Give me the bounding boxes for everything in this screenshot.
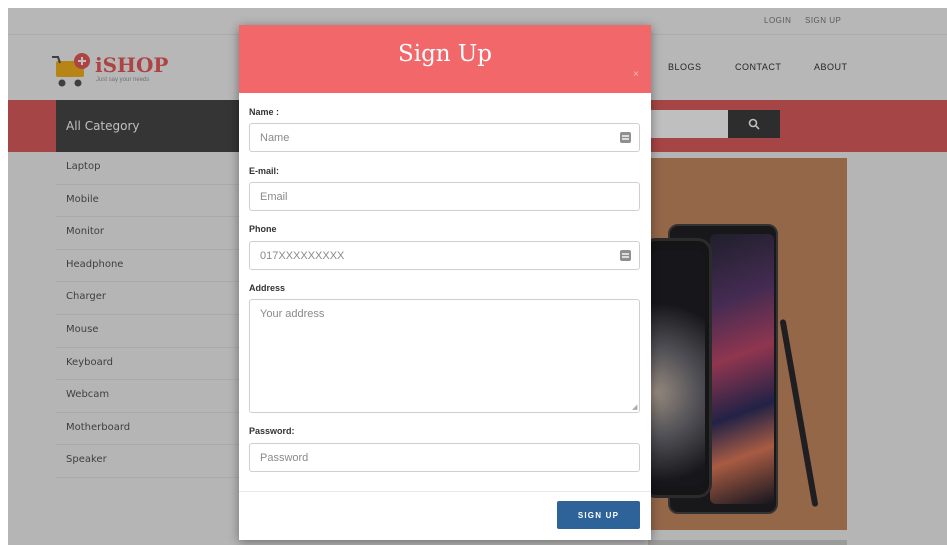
email-label: E-mail: — [249, 166, 280, 176]
phone-label: Phone — [249, 224, 277, 234]
password-input[interactable] — [249, 443, 640, 472]
name-label: Name : — [249, 107, 280, 117]
modal-header: Sign Up × — [239, 25, 651, 93]
modal-footer-divider — [239, 491, 651, 492]
autofill-icon[interactable] — [620, 250, 631, 261]
name-input[interactable] — [249, 123, 640, 152]
signup-modal: Sign Up × Name : E-mail: Phone Address ◢… — [239, 25, 651, 540]
password-label: Password: — [249, 426, 295, 436]
email-input[interactable] — [249, 182, 640, 211]
address-label: Address — [249, 283, 286, 293]
address-textarea[interactable] — [249, 299, 640, 413]
phone-input[interactable] — [249, 241, 640, 270]
signup-submit-button[interactable]: SIGN UP — [557, 501, 640, 529]
modal-title: Sign Up — [397, 41, 493, 67]
autofill-icon[interactable] — [620, 132, 631, 143]
close-icon[interactable]: × — [633, 69, 639, 80]
resize-handle-icon[interactable]: ◢ — [632, 403, 637, 411]
